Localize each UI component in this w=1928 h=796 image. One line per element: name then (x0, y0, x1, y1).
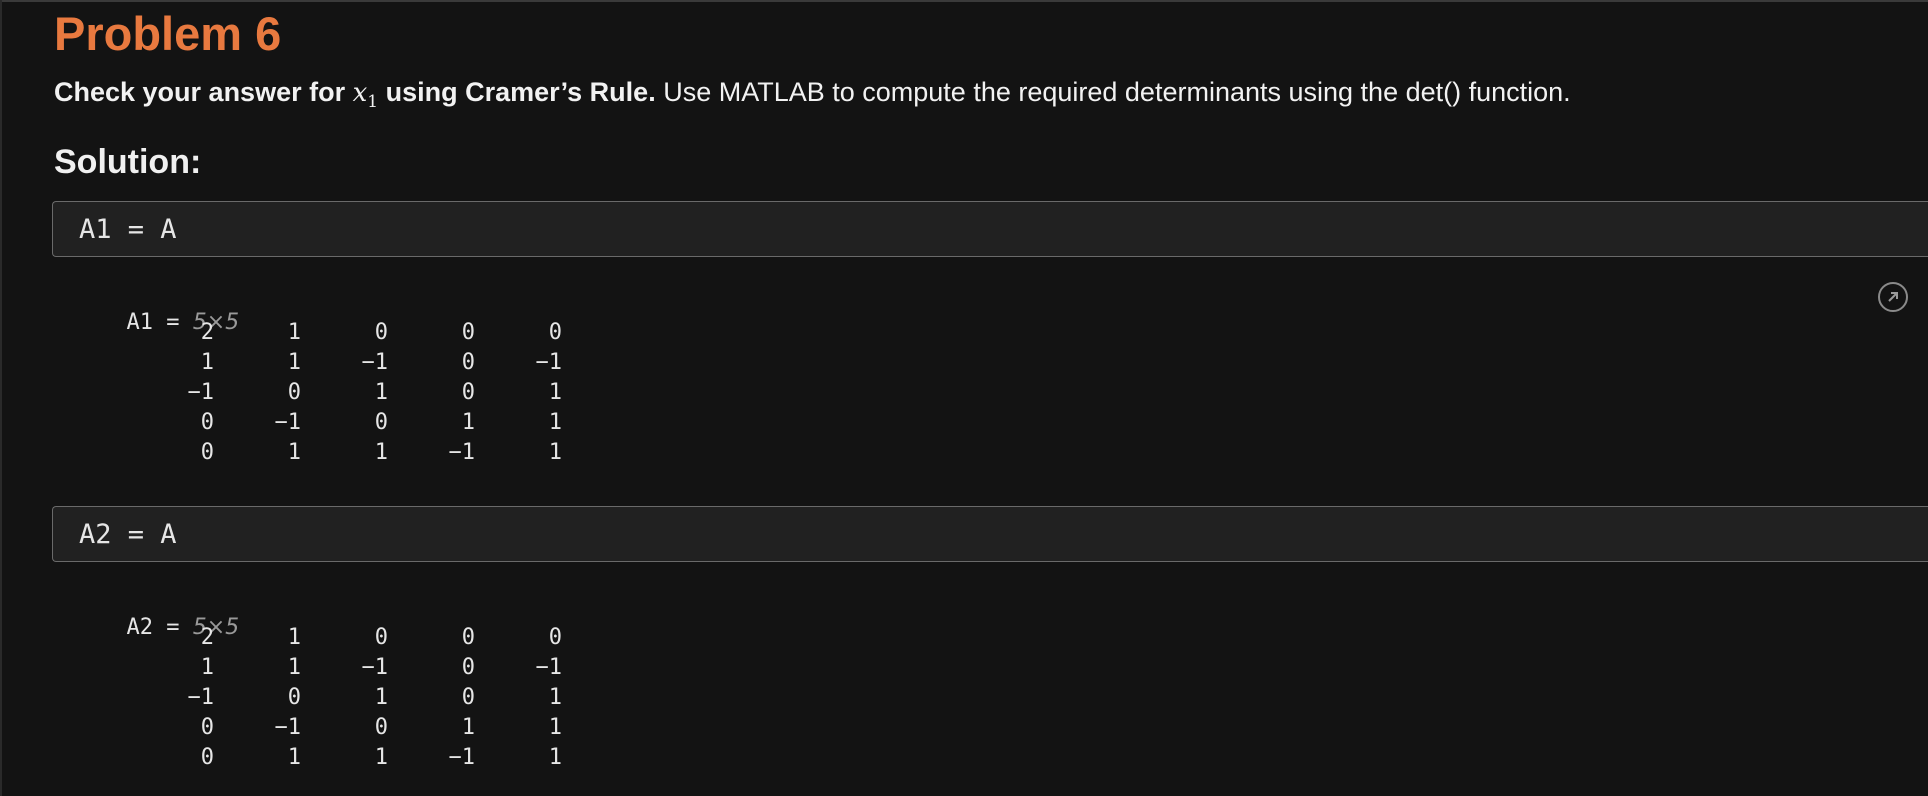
left-border (0, 0, 2, 796)
matrix-cell: 1 (287, 350, 301, 375)
code-text[interactable]: A1 = A (79, 214, 177, 245)
matrix-cell: 1 (374, 745, 388, 770)
matrix-cell: −1 (448, 440, 476, 465)
matrix-cell: 0 (461, 320, 475, 345)
matrix-cell: 1 (200, 350, 214, 375)
code-cell-a2[interactable]: A2 = A (52, 506, 1928, 562)
matrix-cell: 1 (461, 715, 475, 740)
matrix-cell: 0 (374, 715, 388, 740)
matrix-cell: −1 (361, 350, 389, 375)
matrix-cell: 0 (548, 320, 562, 345)
matrix-cell: 1 (548, 410, 562, 435)
matrix-cell: 0 (461, 350, 475, 375)
matrix-cell: −1 (274, 410, 302, 435)
matrix-cell: 2 (200, 625, 214, 650)
matrix-cell: 0 (200, 440, 214, 465)
matrix-cell: 0 (287, 380, 301, 405)
matrix-cell: 0 (200, 715, 214, 740)
matrix-cell: 1 (287, 655, 301, 680)
matrix-cell: 1 (200, 655, 214, 680)
matrix-cell: 0 (461, 380, 475, 405)
matrix-cell: −1 (187, 380, 215, 405)
matrix-cell: −1 (187, 685, 215, 710)
matrix-cell: 1 (548, 440, 562, 465)
matrix-cell: 1 (548, 685, 562, 710)
matrix-cell: −1 (448, 745, 476, 770)
matrix-cell: 0 (461, 685, 475, 710)
matrix-cell: 0 (287, 685, 301, 710)
matrix-cell: −1 (535, 350, 563, 375)
matrix-cell: 0 (461, 625, 475, 650)
matrix-cell: 0 (374, 320, 388, 345)
matrix-cell: 1 (548, 380, 562, 405)
matrix-cell: 2 (200, 320, 214, 345)
top-border (0, 0, 1928, 2)
problem-description: Check your answer for x1 using Cramer’s … (54, 77, 1571, 112)
code-text[interactable]: A2 = A (79, 519, 177, 550)
open-in-new-icon[interactable] (1878, 282, 1908, 312)
solution-heading: Solution: (54, 143, 202, 181)
matrix-cell: 1 (374, 440, 388, 465)
matrix-cell: 0 (374, 625, 388, 650)
matrix-cell: 0 (374, 410, 388, 435)
math-variable: x1 (352, 78, 379, 113)
matrix-cell: 0 (461, 655, 475, 680)
desc-bold-suffix: using Cramer’s Rule. (378, 77, 656, 107)
matrix-cell: 0 (200, 745, 214, 770)
matrix-cell: 1 (287, 745, 301, 770)
matrix-cell: 1 (548, 715, 562, 740)
desc-rest: Use MATLAB to compute the required deter… (655, 77, 1571, 107)
matrix-cell: 1 (548, 745, 562, 770)
code-cell-a1[interactable]: A1 = A (52, 201, 1928, 257)
matrix-cell: 0 (548, 625, 562, 650)
problem-title: Problem 6 (54, 7, 282, 60)
matrix-cell: −1 (274, 715, 302, 740)
desc-bold-prefix: Check your answer for (54, 77, 346, 107)
matrix-cell: 1 (461, 410, 475, 435)
matrix-cell: −1 (361, 655, 389, 680)
matrix-cell: 1 (287, 625, 301, 650)
matrix-cell: 1 (374, 380, 388, 405)
matrix-cell: 0 (200, 410, 214, 435)
matrix-cell: 1 (374, 685, 388, 710)
matrix-cell: 1 (287, 440, 301, 465)
matrix-cell: −1 (535, 655, 563, 680)
matrix-cell: 1 (287, 320, 301, 345)
